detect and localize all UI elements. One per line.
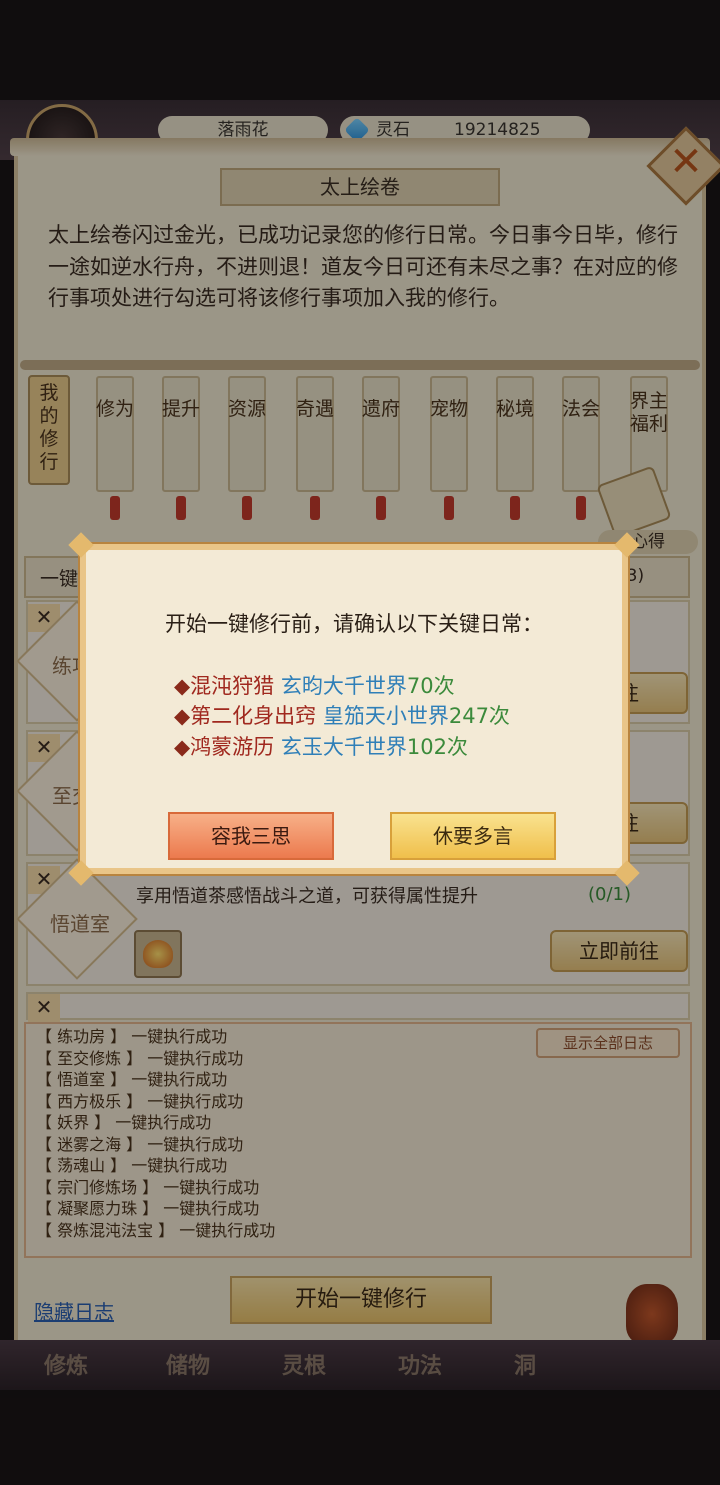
entry-world: 皇笳天小世界 (322, 704, 449, 728)
game-screen: 落雨花 灵石 19214825 ✕ 太上绘卷 太上绘卷闪过金光，已成功记录您的修… (0, 0, 720, 1485)
entry-activity: 第二化身出窍 (190, 704, 317, 728)
confirm-button[interactable]: 休要多言 (390, 812, 556, 860)
entry-count: 247次 (448, 704, 510, 728)
diamond-bullet-icon: ◆ (174, 674, 191, 698)
daily-entry: ◆混沌狩猎 玄昀大千世界70次 (174, 670, 455, 700)
confirm-modal: 开始一键修行前，请确认以下关键日常： ◆混沌狩猎 玄昀大千世界70次 ◆第二化身… (68, 532, 640, 886)
diamond-bullet-icon: ◆ (174, 704, 191, 728)
diamond-bullet-icon: ◆ (174, 735, 191, 759)
daily-entry: ◆第二化身出窍 皇笳天小世界247次 (174, 700, 510, 730)
cancel-button[interactable]: 容我三思 (168, 812, 334, 860)
entry-world: 玄昀大千世界 (280, 674, 407, 698)
entry-activity: 混沌狩猎 (190, 674, 275, 698)
entry-count: 70次 (406, 674, 455, 698)
entry-activity: 鸿蒙游历 (190, 735, 275, 759)
daily-entry: ◆鸿蒙游历 玄玉大千世界102次 (174, 731, 468, 761)
modal-title: 开始一键修行前，请确认以下关键日常： (165, 612, 543, 636)
entry-count: 102次 (406, 735, 468, 759)
entry-world: 玄玉大千世界 (280, 735, 407, 759)
